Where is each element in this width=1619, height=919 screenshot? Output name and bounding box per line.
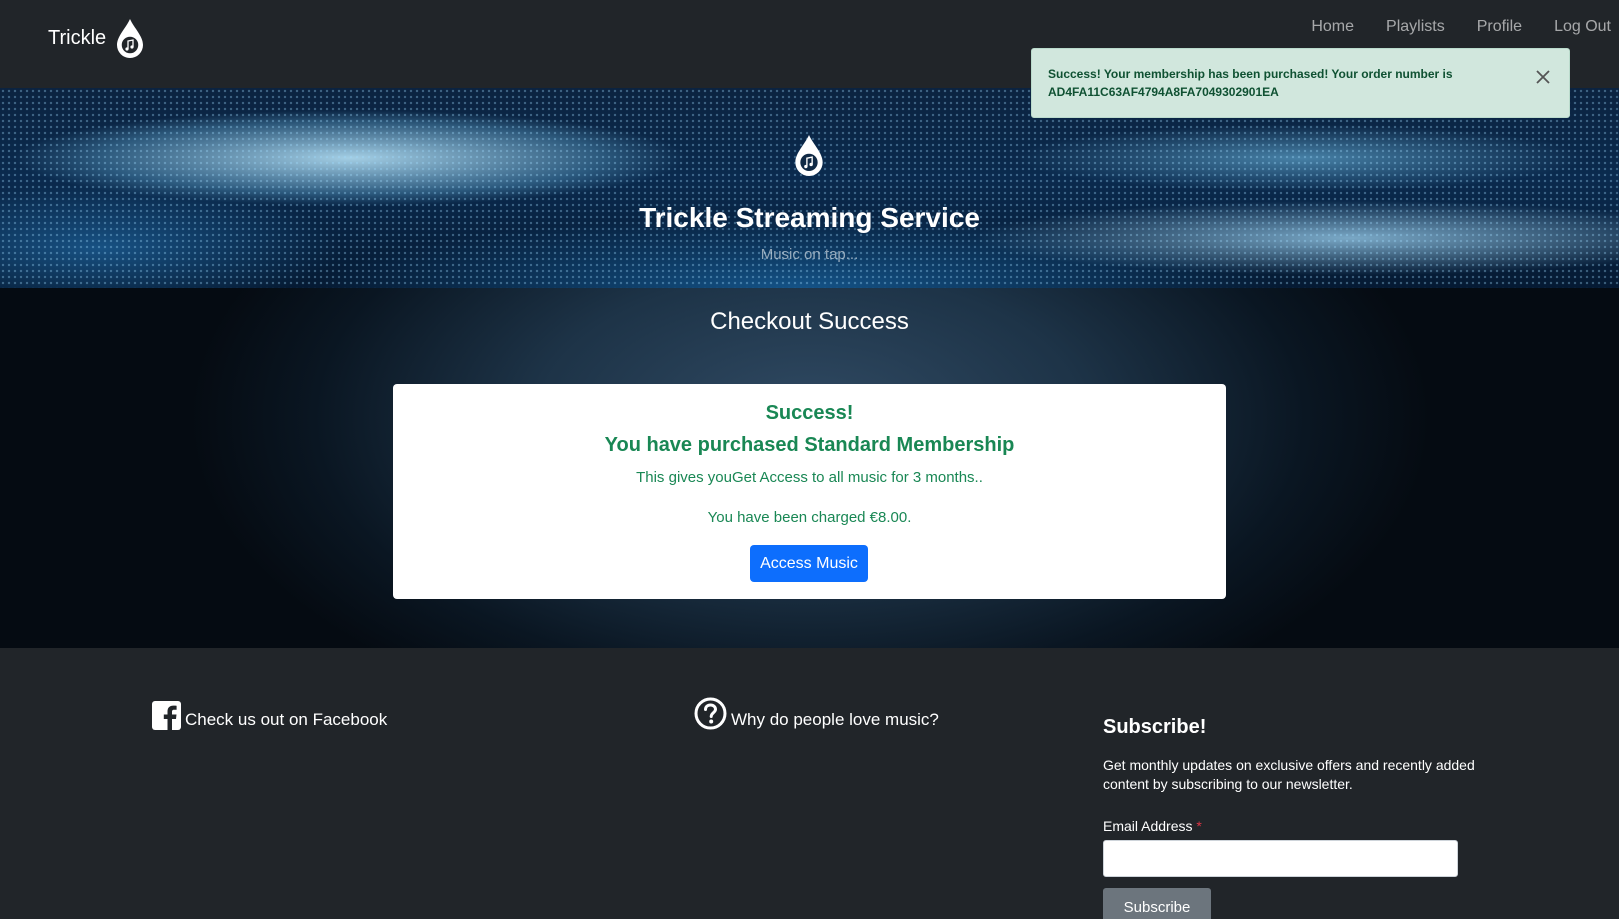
subscribe-heading: Subscribe!: [1103, 716, 1207, 738]
success-heading: Success!: [765, 402, 854, 424]
facebook-link[interactable]: Check us out on Facebook: [152, 701, 387, 730]
brand-name[interactable]: Trickle: [48, 27, 106, 50]
success-toast: Success! Your membership has been purcha…: [1031, 48, 1570, 118]
purchase-summary: You have purchased Standard Membership: [604, 434, 1015, 456]
nav-home[interactable]: Home: [1311, 18, 1354, 36]
why-music-link[interactable]: Why do people love music?: [694, 697, 939, 730]
subscribe-button[interactable]: Subscribe: [1103, 888, 1211, 919]
nav-logout[interactable]: Log Out: [1554, 18, 1611, 36]
nav-playlists[interactable]: Playlists: [1386, 18, 1445, 36]
charge-amount: You have been charged €8.00.: [707, 509, 912, 526]
hero-banner: Trickle Streaming Service Music on tap..…: [0, 88, 1619, 288]
success-card: Success! You have purchased Standard Mem…: [393, 384, 1226, 599]
email-label: Email Address *: [1103, 818, 1202, 834]
email-input[interactable]: [1103, 840, 1458, 877]
music-drop-icon: [795, 135, 823, 176]
music-drop-icon[interactable]: [116, 18, 144, 58]
facebook-link-label[interactable]: Check us out on Facebook: [185, 710, 387, 730]
main-content: Checkout Success Success! You have purch…: [0, 288, 1619, 648]
facebook-icon[interactable]: [152, 701, 181, 730]
page-title: Checkout Success: [710, 308, 909, 335]
main-nav: Home Playlists Profile Log Out: [1311, 18, 1611, 36]
email-label-text: Email Address: [1103, 818, 1193, 834]
footer: Check us out on Facebook Why do people l…: [0, 648, 1619, 919]
close-icon[interactable]: [1533, 67, 1553, 87]
required-mark: *: [1196, 818, 1202, 834]
why-music-link-label[interactable]: Why do people love music?: [731, 710, 939, 730]
toast-order-number: AD4FA11C63AF4794A8FA7049302901EA: [1048, 85, 1279, 99]
toast-message-line1: Success! Your membership has been purcha…: [1048, 67, 1453, 81]
membership-description: This gives youGet Access to all music fo…: [636, 469, 983, 486]
subscribe-description: Get monthly updates on exclusive offers …: [1103, 757, 1475, 792]
hero-subtitle: Music on tap...: [760, 246, 859, 263]
brand[interactable]: Trickle: [48, 18, 144, 58]
nav-profile[interactable]: Profile: [1477, 18, 1522, 36]
hero-title: Trickle Streaming Service: [639, 202, 980, 233]
question-circle-icon[interactable]: [694, 697, 727, 730]
access-music-button[interactable]: Access Music: [750, 545, 868, 582]
